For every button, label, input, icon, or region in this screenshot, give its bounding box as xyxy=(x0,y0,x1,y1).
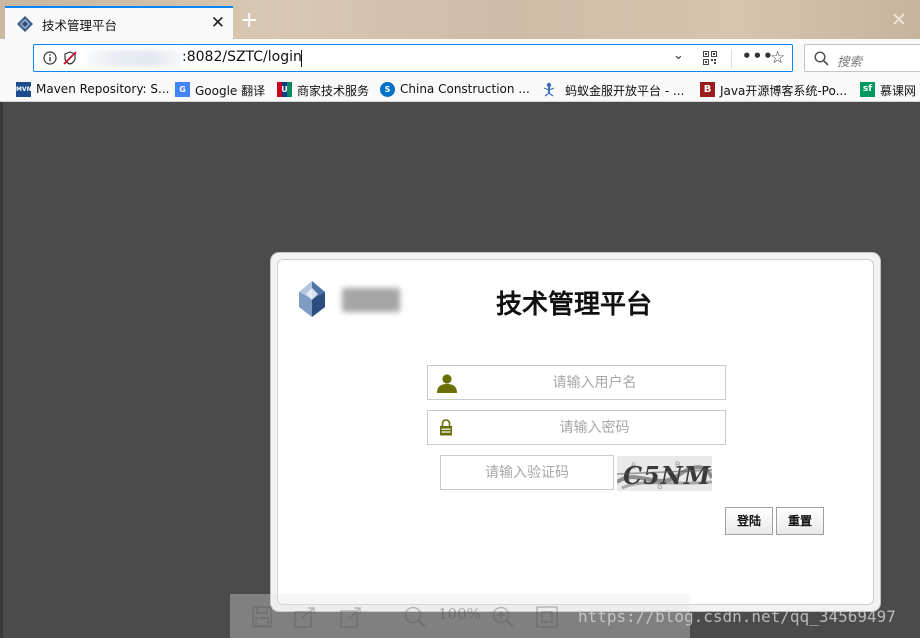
company-name-redacted xyxy=(342,288,400,312)
close-icon[interactable]: ✕ xyxy=(211,13,225,33)
bookmarks-bar: MVN Maven Repository: S... G Google 翻译 U… xyxy=(0,79,920,102)
chevron-down-icon[interactable]: ⌄ xyxy=(673,48,684,63)
password-input[interactable] xyxy=(428,411,725,444)
left-edge xyxy=(0,102,3,638)
bookmark-google-translate[interactable]: G Google 翻译 xyxy=(175,81,270,99)
more-actions-icon[interactable]: ••• xyxy=(742,47,774,65)
ant-icon xyxy=(543,82,555,97)
fit-page-icon xyxy=(536,606,558,628)
bookmark-label: Maven Repository: S... xyxy=(36,82,170,96)
login-button[interactable]: 登陆 xyxy=(725,507,773,535)
nav-bar: :8082/SZTC/login ⌄ ••• ☆ 搜索 xyxy=(0,39,920,79)
tab-strip: 技术管理平台 ✕ + ✕ xyxy=(0,0,920,39)
divider xyxy=(731,49,732,68)
tracking-off-icon[interactable] xyxy=(63,51,77,65)
share-icon xyxy=(340,607,361,628)
save-icon xyxy=(252,606,272,628)
bookmark-label: Java开源博客系统-Po... xyxy=(720,84,848,98)
window-close-button[interactable]: ✕ xyxy=(878,2,920,38)
captcha-text: C5NM xyxy=(623,461,712,490)
bookmark-java-blog[interactable]: B Java开源博客系统-Po... xyxy=(700,81,852,99)
bookmark-label: 蚂蚁金服开放平台 - ... xyxy=(565,84,685,98)
info-icon[interactable] xyxy=(43,51,57,65)
sharepoint-icon: S xyxy=(380,82,395,97)
password-field[interactable] xyxy=(427,410,726,445)
bookmark-label: 慕课网 xyxy=(880,84,917,98)
search-icon xyxy=(814,51,829,66)
url-text[interactable]: :8082/SZTC/login xyxy=(182,49,302,65)
username-input[interactable] xyxy=(428,366,725,399)
bookmark-star-icon[interactable]: ☆ xyxy=(770,48,785,68)
bookmark-label: 商家技术服务 xyxy=(297,84,370,98)
search-placeholder: 搜索 xyxy=(837,54,863,69)
company-logo-icon xyxy=(299,281,325,317)
url-host-redacted xyxy=(86,50,182,67)
captcha-field[interactable] xyxy=(440,455,614,490)
captcha-image[interactable]: 6 B 8 C5NM xyxy=(617,456,712,491)
browser-tab[interactable]: 技术管理平台 ✕ xyxy=(5,6,233,39)
zoom-level: 100% xyxy=(438,605,481,623)
page-title: 技术管理平台 xyxy=(496,290,653,320)
tab-title: 技术管理平台 xyxy=(42,18,118,33)
new-tab-button[interactable]: + xyxy=(240,6,258,36)
mvn-icon: MVN xyxy=(16,82,31,97)
sf-icon: sf xyxy=(860,82,875,97)
username-field[interactable] xyxy=(427,365,726,400)
text-caret xyxy=(301,50,302,67)
bookmark-imooc[interactable]: sf 慕课网 xyxy=(860,81,920,99)
site-logo-icon xyxy=(17,16,33,32)
reset-button[interactable]: 重置 xyxy=(776,507,824,535)
url-bar[interactable]: :8082/SZTC/login ⌄ ••• ☆ xyxy=(33,44,793,72)
watermark: https://blog.csdn.net/qq_34569497 xyxy=(578,607,896,626)
bookmark-maven[interactable]: MVN Maven Repository: S... xyxy=(16,81,170,99)
bookmark-label: Google 翻译 xyxy=(195,84,266,98)
export-icon xyxy=(294,607,315,628)
b-icon: B xyxy=(700,82,715,97)
zoom-in-icon xyxy=(492,606,514,628)
search-box[interactable]: 搜索 xyxy=(804,44,920,72)
qr-code-icon[interactable] xyxy=(703,51,717,65)
zoom-out-icon xyxy=(404,606,426,628)
bookmark-label: China Construction ... xyxy=(400,82,530,96)
captcha-input[interactable] xyxy=(441,456,613,489)
bookmark-unionpay[interactable]: U 商家技术服务 xyxy=(277,81,373,99)
google-translate-icon: G xyxy=(175,82,190,97)
bookmark-china-construction[interactable]: S China Construction ... xyxy=(380,81,532,99)
bookmark-ant-financial[interactable]: 蚂蚁金服开放平台 - ... xyxy=(542,81,692,99)
unionpay-icon: U xyxy=(277,82,292,97)
